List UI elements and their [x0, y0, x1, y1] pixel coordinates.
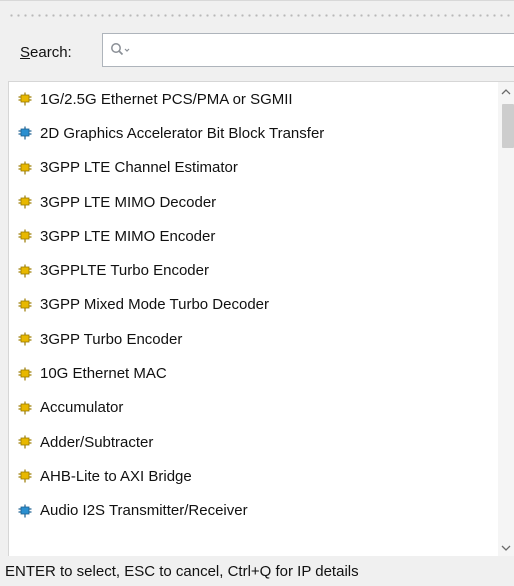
list-item[interactable]: Adder/Subtracter: [9, 425, 498, 459]
scroll-thumb[interactable]: [502, 104, 514, 148]
ip-list: 1G/2.5G Ethernet PCS/PMA or SGMII 2D Grap…: [8, 81, 514, 556]
ip-core-icon: [18, 469, 32, 483]
list-item-label: 3GPP Turbo Encoder: [40, 330, 183, 348]
vertical-scrollbar[interactable]: [498, 82, 514, 556]
list-item[interactable]: 2D Graphics Accelerator Bit Block Transf…: [9, 116, 498, 150]
list-item[interactable]: 3GPPLTE Turbo Encoder: [9, 253, 498, 287]
search-label: Search:: [20, 44, 100, 61]
list-item-label: 3GPPLTE Turbo Encoder: [40, 262, 209, 280]
ip-core-icon: [18, 504, 32, 518]
list-item[interactable]: Accumulator: [9, 391, 498, 425]
ip-core-icon: [18, 161, 32, 175]
ip-core-icon: [18, 229, 32, 243]
list-item[interactable]: 1G/2.5G Ethernet PCS/PMA or SGMII: [9, 82, 498, 116]
list-item-label: Accumulator: [40, 399, 124, 417]
ip-core-icon: [18, 92, 32, 106]
ip-core-icon: [18, 401, 32, 415]
list-item-label: Audio I2S Transmitter/Receiver: [40, 502, 248, 520]
list-item-label: AHB-Lite to AXI Bridge: [40, 467, 192, 485]
list-item-label: 3GPP LTE MIMO Decoder: [40, 193, 217, 211]
drag-grip[interactable]: [8, 14, 514, 17]
status-bar: ENTER to select, ESC to cancel, Ctrl+Q f…: [0, 556, 514, 586]
ip-core-icon: [18, 435, 32, 449]
list-item[interactable]: 3GPP Turbo Encoder: [9, 322, 498, 356]
status-hint-text: ENTER to select, ESC to cancel, Ctrl+Q f…: [5, 562, 359, 580]
ip-core-icon: [18, 332, 32, 346]
list-item[interactable]: 3GPP Mixed Mode Turbo Decoder: [9, 288, 498, 322]
list-item[interactable]: 3GPP LTE Channel Estimator: [9, 151, 498, 185]
search-field[interactable]: [102, 33, 514, 67]
list-item-label: 10G Ethernet MAC: [40, 365, 167, 383]
search-icon[interactable]: [110, 42, 132, 58]
ip-core-icon: [18, 367, 32, 381]
list-item-label: 2D Graphics Accelerator Bit Block Transf…: [40, 124, 325, 142]
ip-core-icon: [18, 126, 32, 140]
list-item[interactable]: 3GPP LTE MIMO Decoder: [9, 185, 498, 219]
search-label-text: earch:: [30, 43, 72, 61]
list-item-label: 3GPP LTE Channel Estimator: [40, 159, 238, 177]
list-item-label: 3GPP Mixed Mode Turbo Decoder: [40, 296, 270, 314]
list-item[interactable]: 3GPP LTE MIMO Encoder: [9, 219, 498, 253]
list-item-label: 3GPP LTE MIMO Encoder: [40, 227, 216, 245]
ip-core-icon: [18, 195, 32, 209]
search-input[interactable]: [137, 34, 514, 66]
list-item[interactable]: Audio I2S Transmitter/Receiver: [9, 494, 498, 528]
ip-list-items: 1G/2.5G Ethernet PCS/PMA or SGMII 2D Grap…: [9, 82, 498, 556]
list-item[interactable]: 10G Ethernet MAC: [9, 356, 498, 390]
search-row: Search:: [0, 30, 514, 74]
popup-top-border: [0, 0, 514, 1]
search-label-mnemonic: S: [20, 43, 31, 61]
scroll-up-arrow-icon[interactable]: [500, 88, 512, 96]
list-item-label: Adder/Subtracter: [40, 433, 154, 451]
list-item-label: 1G/2.5G Ethernet PCS/PMA or SGMII: [40, 90, 293, 108]
ip-core-icon: [18, 264, 32, 278]
ip-catalog-popup: Search: 1G/2.5G Ethernet PCS/PMA or SGMI…: [0, 0, 514, 586]
ip-core-icon: [18, 298, 32, 312]
scroll-down-arrow-icon[interactable]: [500, 544, 512, 552]
list-item[interactable]: AHB-Lite to AXI Bridge: [9, 459, 498, 493]
